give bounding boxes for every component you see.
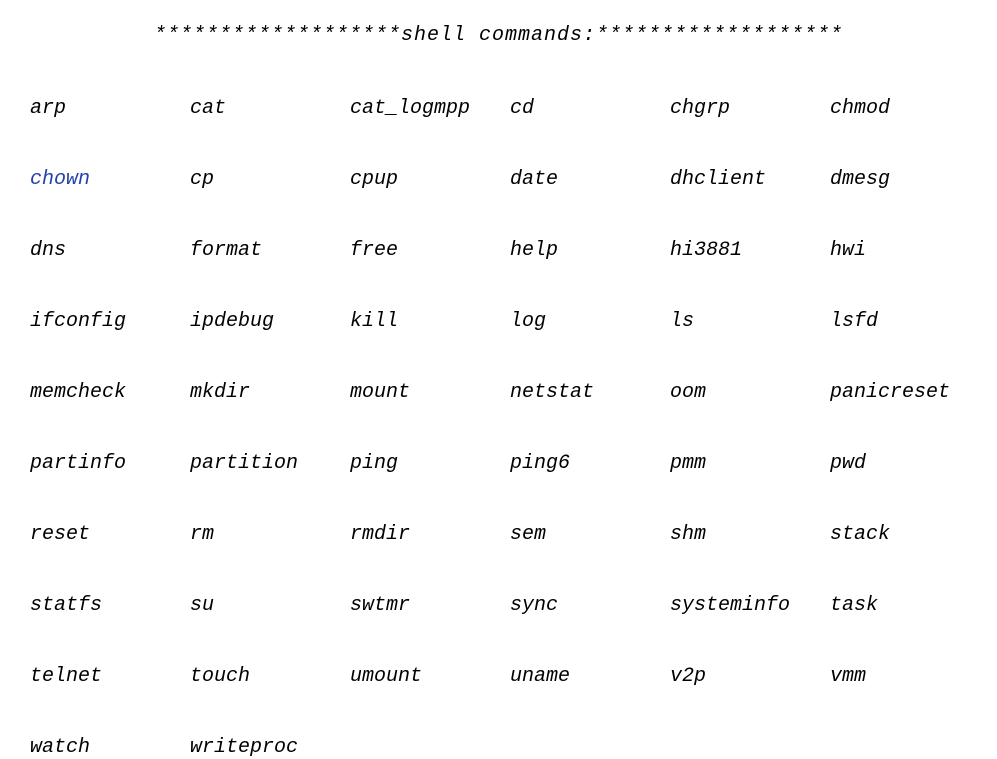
command-row: arp cat cat_logmpp cd chgrp chmod: [30, 97, 977, 120]
command-cell: su: [190, 594, 350, 617]
command-cell: writeproc: [190, 736, 350, 759]
command-cell: pmm: [670, 452, 830, 475]
command-cell: cd: [510, 97, 670, 120]
command-row: dns format free help hi3881 hwi: [30, 239, 977, 262]
command-cell: swtmr: [350, 594, 510, 617]
command-cell: partinfo: [30, 452, 190, 475]
command-cell: arp: [30, 97, 190, 120]
command-cell: task: [830, 594, 990, 617]
command-row: memcheck mkdir mount netstat oom panicre…: [30, 381, 977, 404]
command-cell: date: [510, 168, 670, 191]
command-cell: sync: [510, 594, 670, 617]
command-cell: memcheck: [30, 381, 190, 404]
command-cell: log: [510, 310, 670, 333]
shell-commands-header: *******************shell commands:******…: [0, 24, 997, 47]
command-cell: ifconfig: [30, 310, 190, 333]
command-cell: mkdir: [190, 381, 350, 404]
command-cell: free: [350, 239, 510, 262]
command-row: chown cp cpup date dhclient dmesg: [30, 168, 977, 191]
command-cell: cat: [190, 97, 350, 120]
command-cell: rmdir: [350, 523, 510, 546]
command-cell: cp: [190, 168, 350, 191]
header-prefix: *******************: [154, 24, 401, 47]
command-cell: kill: [350, 310, 510, 333]
command-cell: pwd: [830, 452, 990, 475]
command-cell: ping: [350, 452, 510, 475]
command-cell: netstat: [510, 381, 670, 404]
command-cell: dns: [30, 239, 190, 262]
command-cell-highlighted: chown: [30, 168, 190, 191]
command-row: ifconfig ipdebug kill log ls lsfd: [30, 310, 977, 333]
command-cell: rm: [190, 523, 350, 546]
command-cell: umount: [350, 665, 510, 688]
command-cell: shm: [670, 523, 830, 546]
command-cell: partition: [190, 452, 350, 475]
command-row: watch writeproc: [30, 736, 977, 759]
command-cell: telnet: [30, 665, 190, 688]
command-cell: ls: [670, 310, 830, 333]
command-cell: v2p: [670, 665, 830, 688]
command-cell: dhclient: [670, 168, 830, 191]
command-cell: chgrp: [670, 97, 830, 120]
command-cell: oom: [670, 381, 830, 404]
command-cell: ping6: [510, 452, 670, 475]
command-row: telnet touch umount uname v2p vmm: [30, 665, 977, 688]
command-cell: watch: [30, 736, 190, 759]
command-cell: hi3881: [670, 239, 830, 262]
command-cell: cat_logmpp: [350, 97, 510, 120]
command-cell: lsfd: [830, 310, 990, 333]
command-cell: mount: [350, 381, 510, 404]
command-cell: reset: [30, 523, 190, 546]
command-row: statfs su swtmr sync systeminfo task: [30, 594, 977, 617]
command-cell: hwi: [830, 239, 990, 262]
command-cell: sem: [510, 523, 670, 546]
command-row: partinfo partition ping ping6 pmm pwd: [30, 452, 977, 475]
command-row: reset rm rmdir sem shm stack: [30, 523, 977, 546]
command-cell: dmesg: [830, 168, 990, 191]
command-cell: statfs: [30, 594, 190, 617]
command-cell: panicreset: [830, 381, 990, 404]
command-cell: format: [190, 239, 350, 262]
header-suffix: *******************: [596, 24, 843, 47]
command-cell: stack: [830, 523, 990, 546]
command-cell: systeminfo: [670, 594, 830, 617]
command-cell: vmm: [830, 665, 990, 688]
header-title: shell commands:: [401, 24, 596, 47]
command-cell: chmod: [830, 97, 990, 120]
command-cell: help: [510, 239, 670, 262]
command-cell: ipdebug: [190, 310, 350, 333]
commands-grid: arp cat cat_logmpp cd chgrp chmod chown …: [0, 97, 997, 759]
command-cell: uname: [510, 665, 670, 688]
command-cell: cpup: [350, 168, 510, 191]
command-cell: touch: [190, 665, 350, 688]
